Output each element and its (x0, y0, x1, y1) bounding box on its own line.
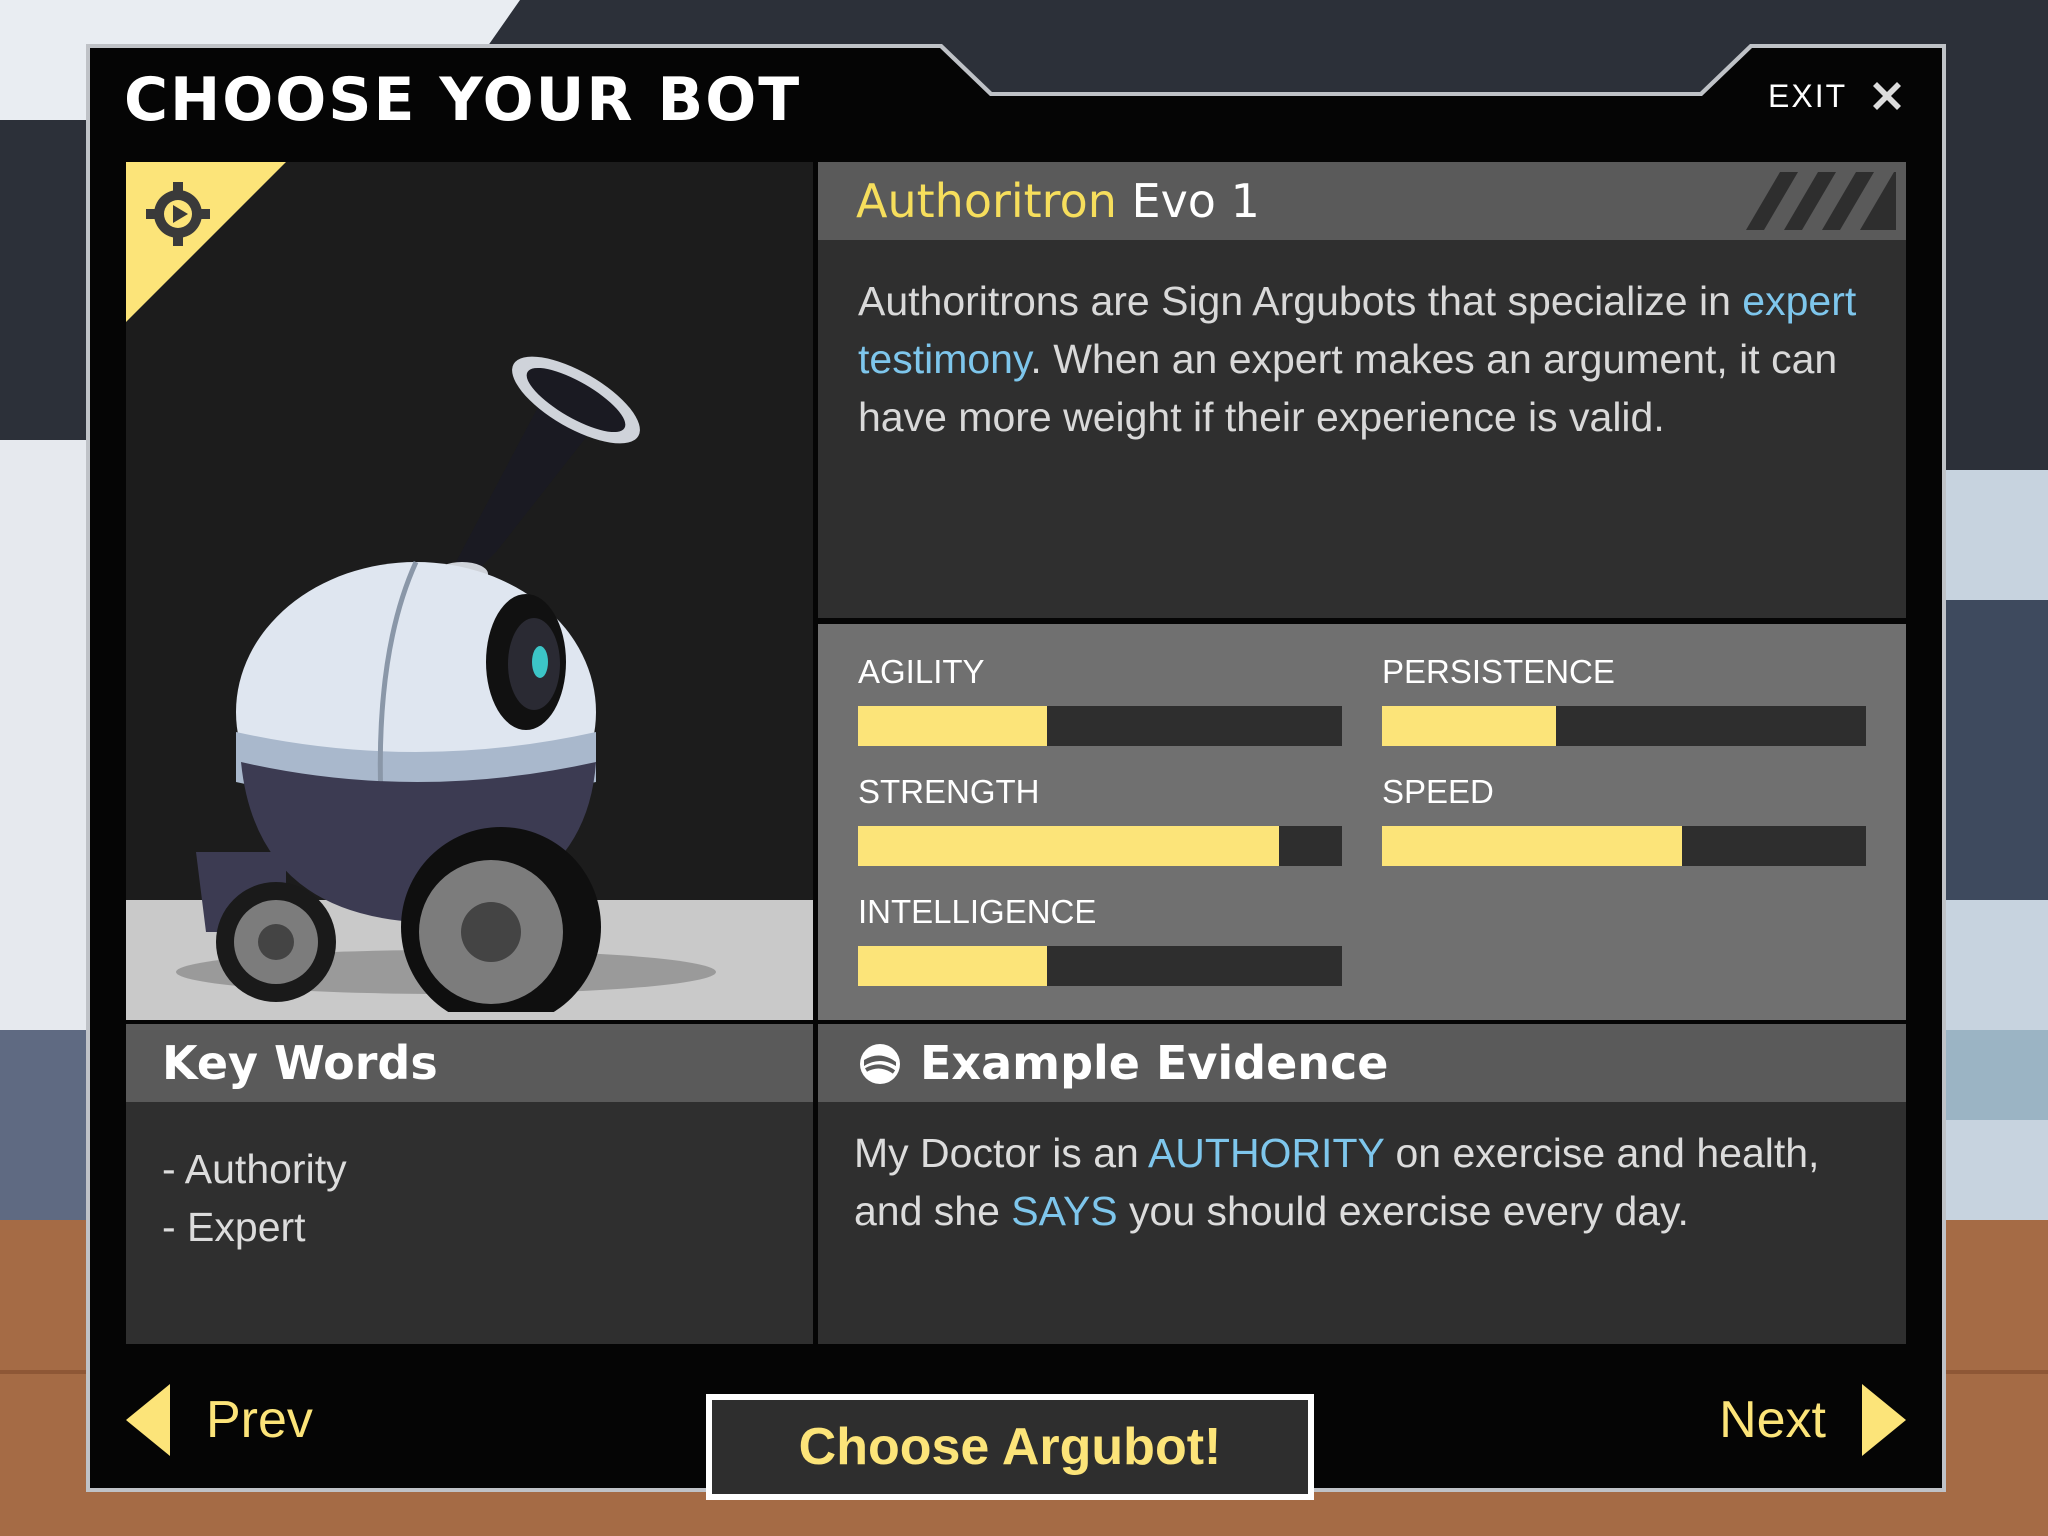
evidence-panel: Example Evidence My Doctor is an AUTHORI… (818, 1024, 1906, 1344)
bot-description: Authoritrons are Sign Argubots that spec… (858, 272, 1888, 446)
evidence-title: Example Evidence (920, 1036, 1389, 1090)
close-icon (1873, 82, 1902, 110)
bot-info-header: Authoritron Evo 1 (818, 162, 1906, 240)
right-shelf (1945, 1030, 2048, 1120)
keyword-item: - Authority (162, 1146, 347, 1192)
gear-play-icon (126, 162, 286, 322)
stat-fill (1382, 826, 1683, 866)
stat-speed: SPEED (1382, 772, 1866, 866)
bot-stats: AGILITY PERSISTENCE STRENGTH SPEED INTEL… (818, 624, 1906, 1020)
robot-illustration (176, 356, 716, 1012)
arrow-left-icon (126, 1384, 170, 1456)
keyword-item: - Expert (162, 1204, 306, 1250)
stat-strength: STRENGTH (858, 772, 1342, 866)
evidence-segment: you should exercise every day. (1117, 1188, 1689, 1234)
stat-label: STRENGTH (858, 773, 1040, 810)
evidence-segment: My Doctor is an (854, 1130, 1148, 1176)
keywords-title: Key Words (162, 1036, 438, 1090)
keywords-header: Key Words (126, 1024, 813, 1102)
stat-fill (1382, 706, 1557, 746)
choose-bot-panel: CHOOSE YOUR BOT EXIT Authoritron Evo 1 A… (86, 44, 1946, 1500)
stat-label: AGILITY (858, 653, 985, 690)
stat-agility: AGILITY (858, 652, 1342, 746)
prev-button[interactable]: Prev (126, 1384, 313, 1456)
keywords-panel: Key Words - Authority - Expert (126, 1024, 813, 1344)
stat-bar (858, 946, 1342, 986)
keywords-list: - Authority - Expert (162, 1140, 347, 1256)
next-label: Next (1719, 1391, 1826, 1449)
right-wall-panel (1945, 600, 2048, 900)
stat-intelligence: INTELLIGENCE (858, 892, 1342, 986)
stat-fill (858, 946, 1047, 986)
choose-argubot-button[interactable]: Choose Argubot! (706, 1394, 1314, 1500)
bot-name: Authoritron Evo 1 (856, 172, 1260, 230)
next-button[interactable]: Next (1719, 1384, 1906, 1456)
arrow-right-icon (1862, 1384, 1906, 1456)
stat-fill (858, 826, 1280, 866)
bot-info: Authoritron Evo 1 Authoritrons are Sign … (818, 162, 1906, 618)
bot-name-main: Authoritron (856, 174, 1117, 228)
description-text: Authoritrons are Sign Argubots that spec… (858, 278, 1743, 324)
exit-button[interactable]: EXIT (1768, 66, 1928, 126)
stripes-decoration (1746, 172, 1896, 230)
page-title: CHOOSE YOUR BOT (124, 65, 802, 135)
evidence-header: Example Evidence (818, 1024, 1906, 1102)
stat-label: INTELLIGENCE (858, 893, 1097, 930)
stat-persistence: PERSISTENCE (1382, 652, 1866, 746)
prev-label: Prev (206, 1391, 313, 1449)
bot-name-sub: Evo 1 (1131, 174, 1260, 228)
left-wall (0, 440, 90, 1040)
swirl-icon (860, 1044, 900, 1084)
stat-label: PERSISTENCE (1382, 653, 1615, 690)
bot-portrait (126, 162, 813, 1020)
stat-bar (858, 706, 1342, 746)
stat-bar (858, 826, 1342, 866)
evidence-highlight: SAYS (1011, 1188, 1118, 1234)
stat-fill (858, 706, 1047, 746)
stat-label: SPEED (1382, 773, 1494, 810)
stat-bar (1382, 706, 1866, 746)
stat-bar (1382, 826, 1866, 866)
exit-label: EXIT (1768, 77, 1848, 114)
evidence-text: My Doctor is an AUTHORITY on exercise an… (854, 1124, 1894, 1240)
evidence-highlight: AUTHORITY (1147, 1130, 1385, 1176)
